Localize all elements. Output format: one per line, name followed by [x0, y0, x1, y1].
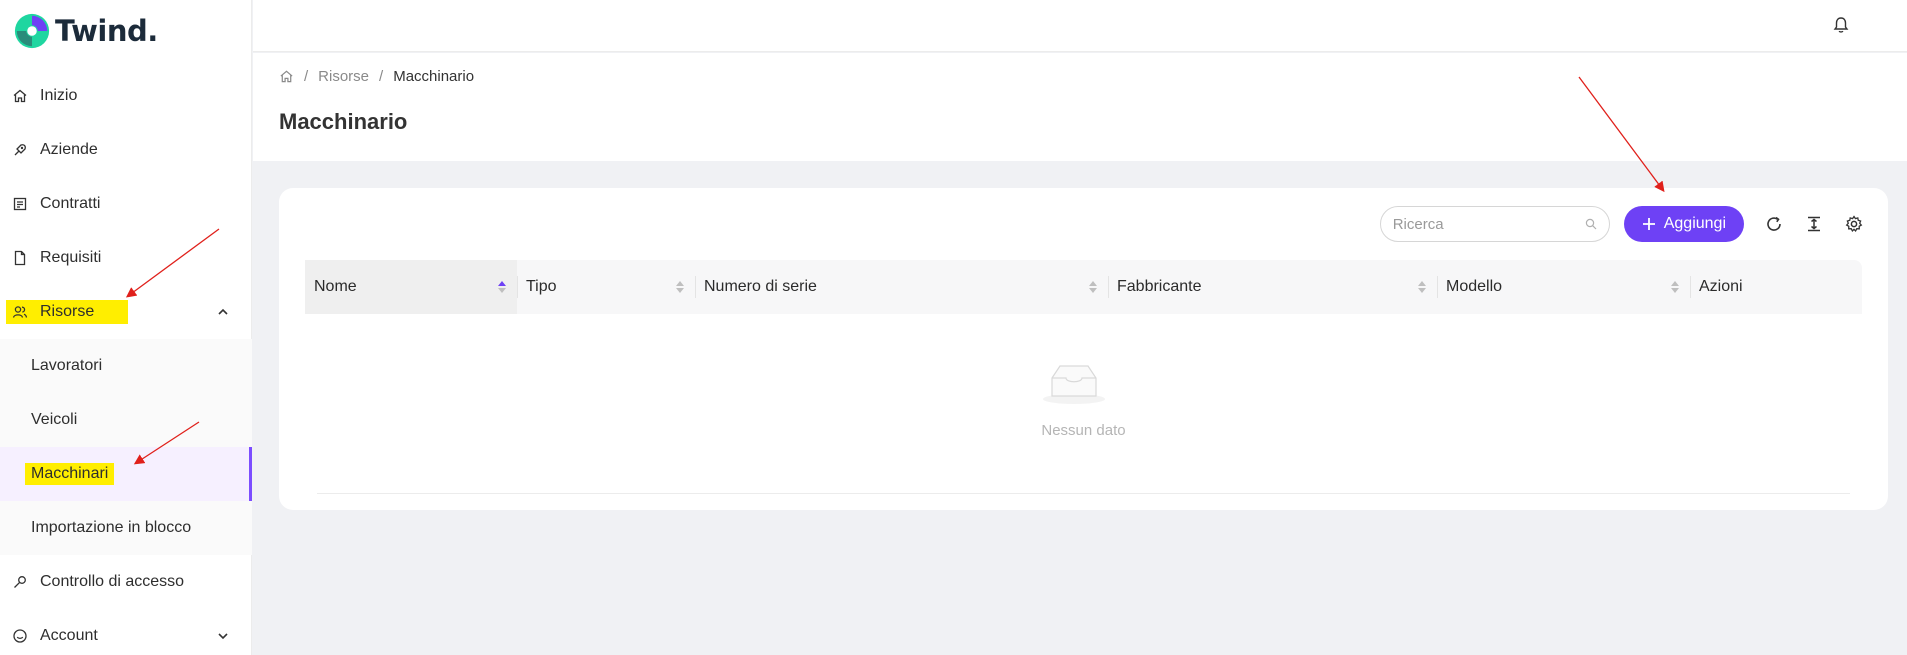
sort-asc-icon	[498, 281, 506, 293]
table-toolbar: Aggiungi	[1379, 206, 1864, 242]
risorse-highlight: Risorse	[6, 300, 129, 324]
plus-icon	[1642, 218, 1655, 230]
column-header-label: Tipo	[526, 278, 557, 295]
column-header-label: Fabbricante	[1117, 278, 1202, 295]
sidebar: Twind. Inizio Aziende Contratti Requisit…	[0, 0, 252, 655]
column-header-fabbricante[interactable]: Fabbricante	[1108, 260, 1437, 314]
sidebar-item-aziende[interactable]: Aziende	[0, 123, 252, 177]
sidebar-subitem-importazione[interactable]: Importazione in blocco	[0, 501, 252, 555]
page-title: Macchinario	[279, 109, 408, 134]
column-header-label: Modello	[1446, 278, 1503, 295]
breadcrumb-item-risorse[interactable]: Risorse	[318, 68, 369, 85]
sidebar-item-contratti[interactable]: Contratti	[0, 177, 252, 231]
settings-gear-icon[interactable]	[1844, 214, 1864, 234]
column-header-modello[interactable]: Modello	[1437, 260, 1690, 314]
refresh-icon[interactable]	[1764, 214, 1784, 234]
risorse-submenu: Lavoratori Veicoli Macchinari Importazio…	[0, 339, 252, 555]
machinery-table: Nome Tipo Numero di serie Fabbricante Mo…	[305, 260, 1862, 494]
sidebar-subitem-label: Importazione in blocco	[31, 519, 192, 536]
column-height-icon[interactable]	[1804, 214, 1824, 234]
column-header-numero-serie[interactable]: Numero di serie	[695, 260, 1108, 314]
search-icon	[1585, 218, 1597, 230]
bell-icon[interactable]	[1832, 16, 1850, 34]
search-box[interactable]	[1379, 206, 1610, 242]
column-header-tipo[interactable]: Tipo	[517, 260, 695, 314]
smile-icon	[12, 628, 28, 644]
contract-icon	[12, 196, 28, 212]
sidebar-item-label: Controllo di accesso	[40, 573, 185, 590]
column-header-label: Numero di serie	[704, 278, 817, 295]
sidebar-item-label: Contratti	[40, 195, 101, 212]
sidebar-item-inizio[interactable]: Inizio	[0, 69, 252, 123]
page-header: / Risorse / Macchinario Macchinario	[253, 53, 1907, 161]
breadcrumb: / Risorse / Macchinario	[279, 68, 474, 85]
file-icon	[12, 250, 28, 266]
sidebar-item-label: Inizio	[40, 87, 78, 104]
sidebar-item-label: Account	[40, 627, 98, 644]
sidebar-subitem-lavoratori[interactable]: Lavoratori	[0, 339, 252, 393]
sidebar-item-controllo-accesso[interactable]: Controllo di accesso	[0, 555, 252, 609]
add-button-label: Aggiungi	[1663, 215, 1726, 232]
sidebar-subitem-label: Lavoratori	[31, 357, 103, 374]
main-nav: Inizio Aziende Contratti Requisiti Risor…	[0, 69, 252, 655]
sort-icon	[1418, 281, 1426, 293]
logo[interactable]: Twind.	[13, 12, 158, 50]
table-header: Nome Tipo Numero di serie Fabbricante Mo…	[305, 260, 1862, 314]
sidebar-item-label: Requisiti	[40, 249, 102, 266]
search-input[interactable]	[1392, 215, 1563, 233]
users-icon	[12, 304, 28, 320]
app-name: Twind.	[55, 14, 158, 48]
chevron-down-icon	[218, 633, 228, 640]
machinery-card: Aggiungi Nome Tipo Numero di serie	[279, 188, 1888, 510]
empty-inbox-icon	[1043, 365, 1105, 404]
breadcrumb-separator: /	[304, 68, 309, 85]
empty-state: Nessun dato	[317, 314, 1850, 494]
empty-text: Nessun dato	[1041, 422, 1126, 439]
sidebar-item-label: Risorse	[40, 303, 95, 320]
home-icon[interactable]	[279, 69, 294, 84]
column-header-label: Azioni	[1699, 278, 1743, 295]
sidebar-subitem-label: Veicoli	[31, 411, 78, 428]
sort-icon	[676, 281, 684, 293]
key-icon	[12, 574, 28, 590]
sidebar-item-risorse[interactable]: Risorse	[0, 285, 252, 339]
home-icon	[12, 88, 28, 104]
column-header-azioni: Azioni	[1690, 260, 1862, 314]
breadcrumb-separator: /	[379, 68, 384, 85]
column-header-nome[interactable]: Nome	[305, 260, 517, 314]
twind-logo-icon	[14, 13, 50, 49]
rocket-icon	[12, 142, 28, 158]
column-header-label: Nome	[314, 278, 357, 295]
sort-icon	[1089, 281, 1097, 293]
sidebar-subitem-label: Macchinari	[25, 463, 115, 485]
breadcrumb-item-current: Macchinario	[393, 68, 475, 85]
sidebar-item-requisiti[interactable]: Requisiti	[0, 231, 252, 285]
top-bar	[253, 0, 1907, 52]
sidebar-item-account[interactable]: Account	[0, 609, 252, 655]
add-button[interactable]: Aggiungi	[1623, 206, 1744, 242]
sort-icon	[1671, 281, 1679, 293]
sidebar-subitem-veicoli[interactable]: Veicoli	[0, 393, 252, 447]
chevron-up-icon	[218, 308, 228, 315]
sidebar-item-label: Aziende	[40, 141, 98, 158]
sidebar-subitem-macchinari[interactable]: Macchinari	[0, 447, 252, 501]
